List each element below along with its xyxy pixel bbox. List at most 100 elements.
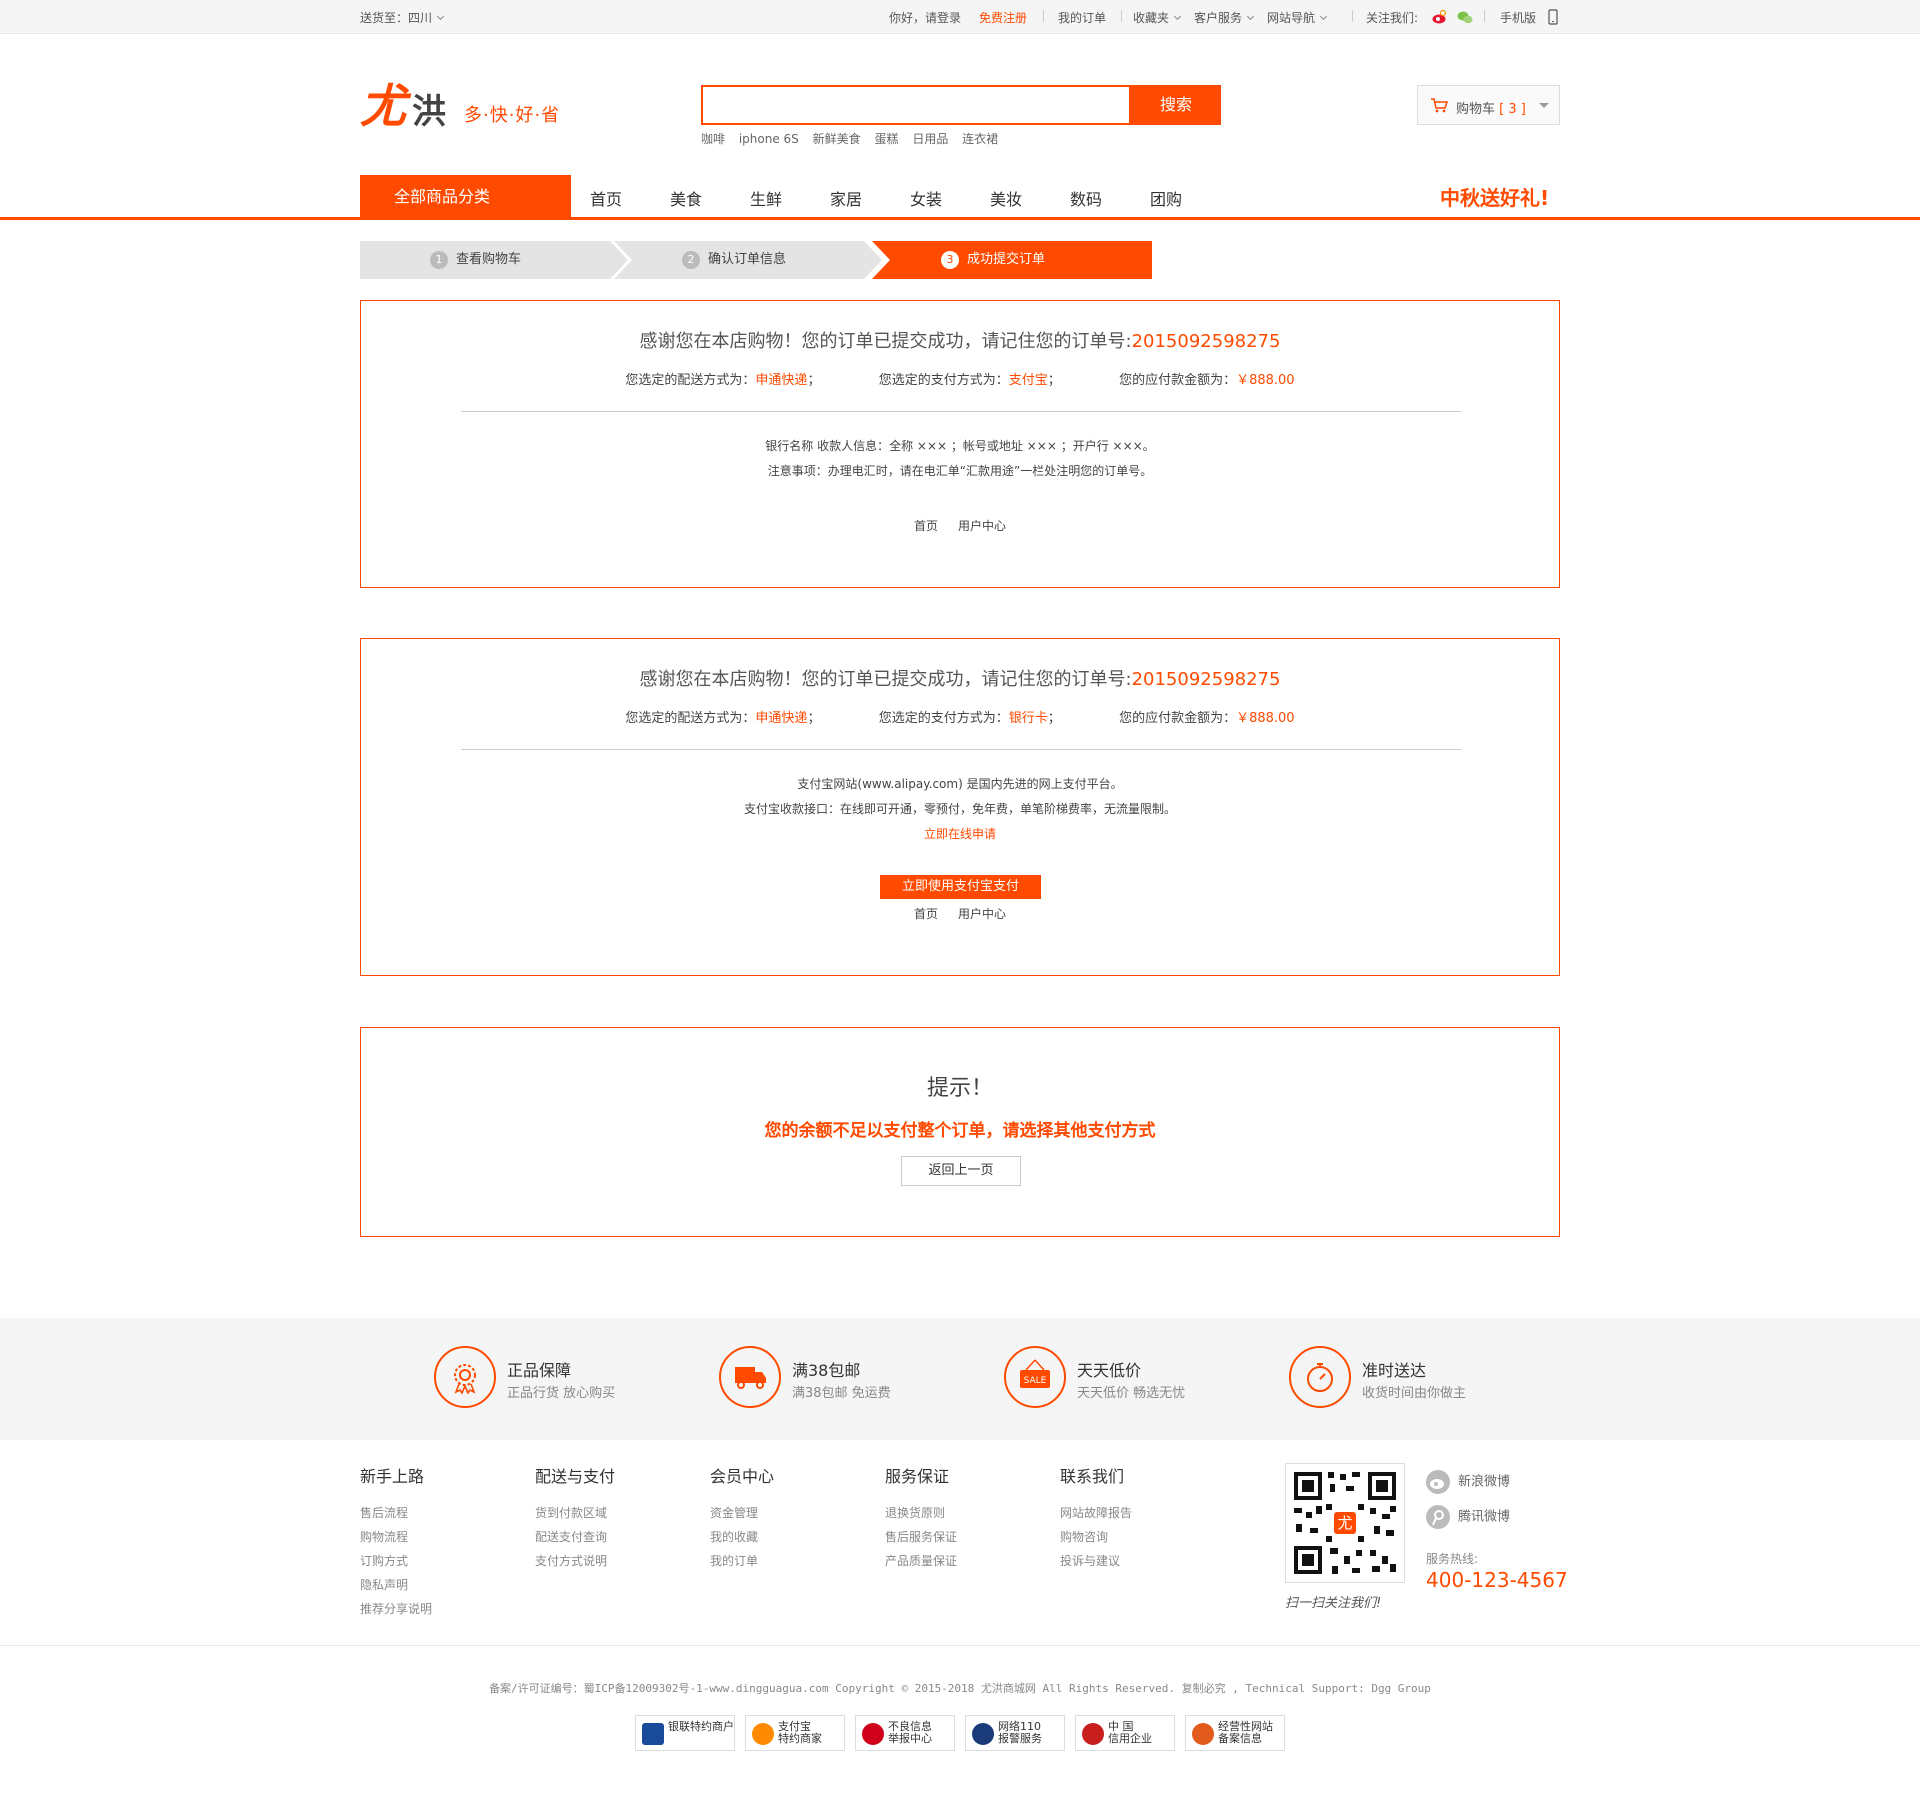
pay-with-alipay-button[interactable]: 立即使用支付宝支付 (880, 875, 1041, 899)
footer-link[interactable]: 我的订单 (710, 1549, 774, 1573)
footer-link[interactable]: 支付方式说明 (535, 1549, 615, 1573)
divider (461, 749, 1461, 750)
weibo-icon (1426, 1470, 1450, 1494)
nav-item-women[interactable]: 女装 (910, 186, 942, 210)
weibo-link[interactable]: 新浪微博 (1426, 1470, 1510, 1494)
service-title: 天天低价 (1077, 1361, 1142, 1380)
order-success-panel-transfer: 感谢您在本店购物！您的订单已提交成功，请记住您的订单号:201509259827… (360, 300, 1560, 588)
footer-link[interactable]: 隐私声明 (360, 1573, 432, 1597)
footer-column-delivery: 配送与支付 货到付款区域 配送支付查询 支付方式说明 (535, 1463, 615, 1573)
divider (1352, 10, 1353, 22)
unionpay-icon (642, 1723, 664, 1745)
police-icon (972, 1723, 994, 1745)
badge-text: 网络110 报警服务 (998, 1721, 1042, 1745)
checkout-steps: 1 查看购物车 2 确认订单信息 3 成功提交订单 (360, 241, 1152, 279)
footer-link[interactable]: 网站故障报告 (1060, 1501, 1132, 1525)
footer-link[interactable]: 订购方式 (360, 1549, 432, 1573)
site-nav-menu[interactable]: 网站导航 (1267, 9, 1328, 26)
icp-shield-icon (1192, 1723, 1214, 1745)
footer-link[interactable]: 资金管理 (710, 1501, 774, 1525)
hot-word[interactable]: 连衣裙 (962, 132, 998, 146)
step-submit-success: 3 成功提交订单 (941, 241, 1045, 279)
user-center-link[interactable]: 用户中心 (958, 519, 1006, 533)
footer-link[interactable]: 售后服务保证 (885, 1525, 957, 1549)
footer-column-contact: 联系我们 网站故障报告 购物咨询 投诉与建议 (1060, 1463, 1132, 1573)
separator: ； (807, 711, 821, 726)
badge-text: 支付宝 特约商家 (778, 1721, 822, 1745)
nav-item-beauty[interactable]: 美妆 (990, 186, 1022, 210)
wechat-icon[interactable] (1457, 9, 1473, 25)
footer-column-beginner: 新手上路 售后流程 购物流程 订购方式 隐私声明 推荐分享说明 (360, 1463, 432, 1621)
footer-column-member: 会员中心 资金管理 我的收藏 我的订单 (710, 1463, 774, 1573)
home-link[interactable]: 首页 (914, 907, 938, 921)
service-title: 准时送达 (1362, 1361, 1427, 1380)
logo-slogan: 多·快·好·省 (464, 105, 561, 126)
home-link[interactable]: 首页 (914, 519, 938, 533)
hot-word[interactable]: 蛋糕 (874, 132, 898, 146)
footer-link[interactable]: 产品质量保证 (885, 1549, 957, 1573)
divider (461, 411, 1461, 412)
favorites-menu[interactable]: 收藏夹 (1133, 9, 1182, 26)
nav-item-digital[interactable]: 数码 (1070, 186, 1102, 210)
register-link[interactable]: 免费注册 (979, 9, 1027, 26)
payment-label: 您选定的支付方式为： (878, 711, 1009, 726)
footer-column-title: 配送与支付 (535, 1467, 616, 1486)
tip-title: 提示！ (926, 1076, 993, 1101)
badge-line: 特约商家 (778, 1732, 822, 1745)
login-link[interactable]: 你好，请登录 (889, 9, 961, 26)
alipay-intro: 支付宝网站(www.alipay.com) 是国内先进的网上支付平台。 (797, 777, 1123, 791)
search-button[interactable]: 搜索 (1131, 85, 1221, 125)
nav-item-fresh[interactable]: 生鲜 (750, 186, 782, 210)
trust-badge-credit[interactable]: 中 国信用企业 (1075, 1715, 1175, 1751)
hot-word[interactable]: iphone 6S (739, 132, 799, 146)
nav-item-home[interactable]: 首页 (590, 186, 622, 210)
weibo-icon[interactable] (1431, 9, 1447, 25)
promo-banner[interactable]: 中秋送好礼! (1440, 182, 1549, 211)
trust-badge-police[interactable]: 网络110 报警服务 (965, 1715, 1065, 1751)
mobile-link[interactable]: 手机版 (1500, 9, 1536, 26)
hot-word[interactable]: 咖啡 (701, 132, 725, 146)
nav-item-group-buy[interactable]: 团购 (1150, 186, 1182, 210)
footer-link[interactable]: 配送支付查询 (535, 1525, 615, 1549)
success-title: 感谢您在本店购物！您的订单已提交成功，请记住您的订单号:201509259827… (361, 327, 1559, 353)
trust-badge-unionpay[interactable]: 银联特约商户 (635, 1715, 735, 1751)
weibo-label: 新浪微博 (1458, 1474, 1511, 1490)
all-categories-button[interactable]: 全部商品分类 (360, 175, 571, 219)
footer-link[interactable]: 退换货原则 (885, 1501, 957, 1525)
tencent-weibo-link[interactable]: 腾讯微博 (1426, 1505, 1510, 1529)
customer-service-menu[interactable]: 客户服务 (1194, 9, 1255, 26)
hot-word[interactable]: 新鲜美食 (813, 132, 861, 146)
success-title: 感谢您在本店购物！您的订单已提交成功，请记住您的订单号:201509259827… (361, 665, 1559, 691)
my-orders-link[interactable]: 我的订单 (1058, 9, 1106, 26)
footer-link[interactable]: 投诉与建议 (1060, 1549, 1132, 1573)
back-button[interactable]: 返回上一页 (901, 1156, 1021, 1186)
footer-column-title: 新手上路 (360, 1467, 425, 1486)
trust-badge-icp[interactable]: 经营性网站 备案信息 (1185, 1715, 1285, 1751)
search-input[interactable] (701, 85, 1131, 125)
footer-link[interactable]: 购物流程 (360, 1525, 432, 1549)
footer-link[interactable]: 货到付款区域 (535, 1501, 615, 1525)
payment-value: 银行卡 (1008, 711, 1048, 726)
footer-link[interactable]: 售后流程 (360, 1501, 432, 1525)
nav-item-home-living[interactable]: 家居 (830, 186, 862, 210)
hot-word[interactable]: 日用品 (912, 132, 948, 146)
success-message: 感谢您在本店购物！您的订单已提交成功，请记住您的订单号: (639, 331, 1132, 352)
ship-to-selector[interactable]: 送货至：四川 (360, 9, 445, 26)
trust-badge-alipay[interactable]: 支付宝 特约商家 (745, 1715, 845, 1751)
site-logo[interactable]: 尤 洪 多·快·好·省 (360, 70, 590, 133)
result-links: 首页 用户中心 (361, 517, 1559, 534)
cart-count: [ 3 ] (1499, 102, 1526, 117)
footer-link[interactable]: 我的收藏 (710, 1525, 774, 1549)
qr-code: 尤 (1285, 1463, 1405, 1583)
user-center-link[interactable]: 用户中心 (958, 907, 1006, 921)
apply-now-link[interactable]: 立即在线申请 (361, 825, 1559, 842)
badge-line: 备案信息 (1218, 1732, 1262, 1745)
nav-item-food[interactable]: 美食 (670, 186, 702, 210)
step-number: 3 (941, 251, 959, 269)
footer-link[interactable]: 购物咨询 (1060, 1525, 1132, 1549)
cart-button[interactable]: 购物车 [ 3 ] (1417, 85, 1560, 125)
trust-badge-report-center[interactable]: 不良信息 举报中心 (855, 1715, 955, 1751)
footer-link[interactable]: 推荐分享说明 (360, 1597, 432, 1621)
badge-text: 经营性网站 备案信息 (1218, 1721, 1273, 1745)
logo-mark: 尤 (360, 79, 406, 133)
